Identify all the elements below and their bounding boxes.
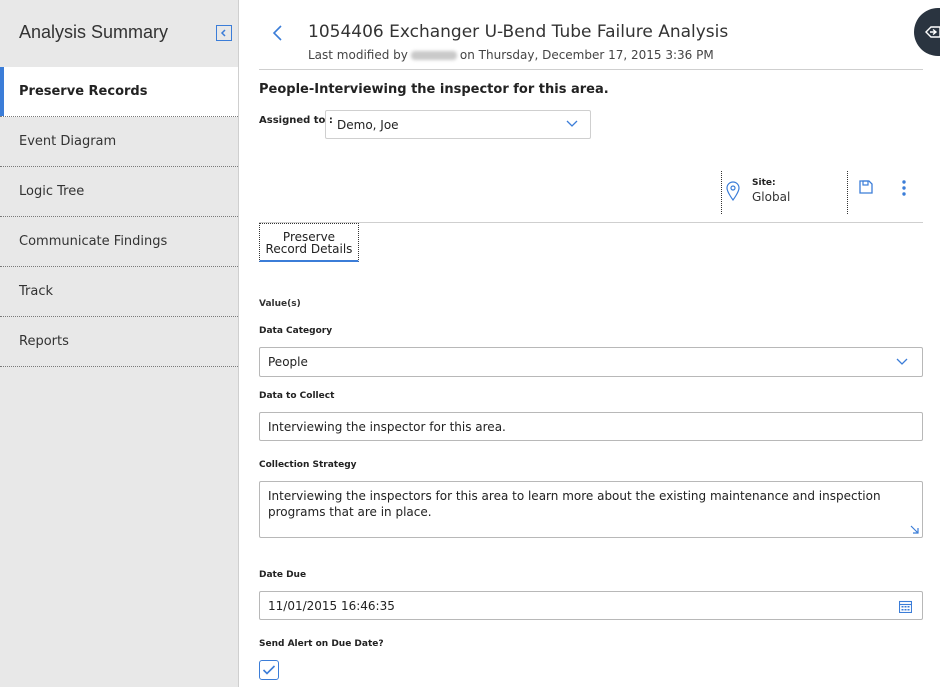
date-due-value: 11/01/2015 16:46:35: [268, 598, 395, 613]
sidebar-item-event-diagram[interactable]: Event Diagram: [0, 117, 238, 167]
collection-strategy-label: Collection Strategy: [259, 460, 357, 470]
toolbar-divider: [721, 171, 722, 214]
tab-label-line2: Record Details: [265, 242, 353, 256]
values-section-label: Value(s): [259, 299, 301, 309]
sidebar-item-reports[interactable]: Reports: [0, 317, 238, 367]
collection-strategy-textarea[interactable]: Interviewing the inspectors for this are…: [259, 481, 923, 538]
save-icon[interactable]: [858, 179, 874, 195]
toolbar-divider: [847, 171, 848, 214]
sidebar-item-label: Event Diagram: [19, 134, 117, 149]
sidebar-item-communicate-findings[interactable]: Communicate Findings: [0, 217, 238, 267]
data-category-value: People: [268, 355, 308, 369]
sidebar-header: Analysis Summary: [0, 0, 238, 67]
resize-handle-icon[interactable]: [910, 525, 919, 534]
panel-toggle-icon: [925, 26, 940, 38]
redacted-username: [410, 51, 457, 60]
more-options-icon[interactable]: [900, 179, 908, 197]
sidebar-item-label: Reports: [19, 334, 69, 349]
main-content: 1054406 Exchanger U-Bend Tube Failure An…: [240, 0, 940, 687]
data-to-collect-label: Data to Collect: [259, 391, 335, 401]
sidebar-item-label: Preserve Records: [19, 84, 148, 99]
data-category-select[interactable]: People: [259, 347, 923, 377]
panel-toggle-button[interactable]: [914, 8, 940, 56]
location-pin-icon: [726, 181, 740, 201]
sidebar-item-logic-tree[interactable]: Logic Tree: [0, 167, 238, 217]
sidebar-item-preserve-records[interactable]: Preserve Records: [0, 67, 238, 117]
site-value: Global: [752, 190, 791, 204]
collapse-sidebar-icon[interactable]: [216, 25, 232, 41]
assigned-to-select[interactable]: Demo, Joe: [325, 110, 591, 139]
site-label: Site:: [752, 178, 776, 188]
modified-prefix: Last modified by: [308, 48, 408, 62]
chevron-down-icon: [896, 358, 908, 365]
back-arrow-icon[interactable]: [269, 23, 289, 43]
header-divider: [259, 69, 923, 70]
sidebar-item-track[interactable]: Track: [0, 267, 238, 317]
sidebar-title: Analysis Summary: [19, 22, 169, 42]
send-alert-checkbox[interactable]: [259, 660, 279, 680]
assigned-to-value: Demo, Joe: [337, 118, 399, 132]
date-due-field[interactable]: 11/01/2015 16:46:35: [259, 591, 923, 620]
sidebar-item-label: Logic Tree: [19, 184, 85, 199]
send-alert-label: Send Alert on Due Date?: [259, 639, 384, 649]
sidebar-item-label: Communicate Findings: [19, 234, 168, 249]
sidebar: Analysis Summary Preserve Records Event …: [0, 0, 239, 687]
chevron-down-icon: [566, 120, 578, 127]
assigned-to-label: Assigned to :: [259, 115, 333, 126]
record-heading: People-Interviewing the inspector for th…: [259, 82, 609, 97]
data-to-collect-value: Interviewing the inspector for this area…: [268, 419, 506, 434]
data-to-collect-field[interactable]: Interviewing the inspector for this area…: [259, 412, 923, 441]
sidebar-item-label: Track: [19, 284, 54, 299]
date-due-label: Date Due: [259, 570, 307, 580]
modified-suffix: on Thursday, December 17, 2015 3:36 PM: [459, 48, 714, 62]
data-category-label: Data Category: [259, 326, 333, 336]
page-title: 1054406 Exchanger U-Bend Tube Failure An…: [308, 22, 729, 42]
last-modified: Last modified by on Thursday, December 17…: [308, 48, 714, 62]
calendar-icon[interactable]: [899, 600, 912, 613]
tab-preserve-record-details[interactable]: Preserve Record Details: [259, 223, 359, 262]
checkmark-icon: [262, 665, 276, 675]
collection-strategy-value: Interviewing the inspectors for this are…: [268, 489, 881, 519]
